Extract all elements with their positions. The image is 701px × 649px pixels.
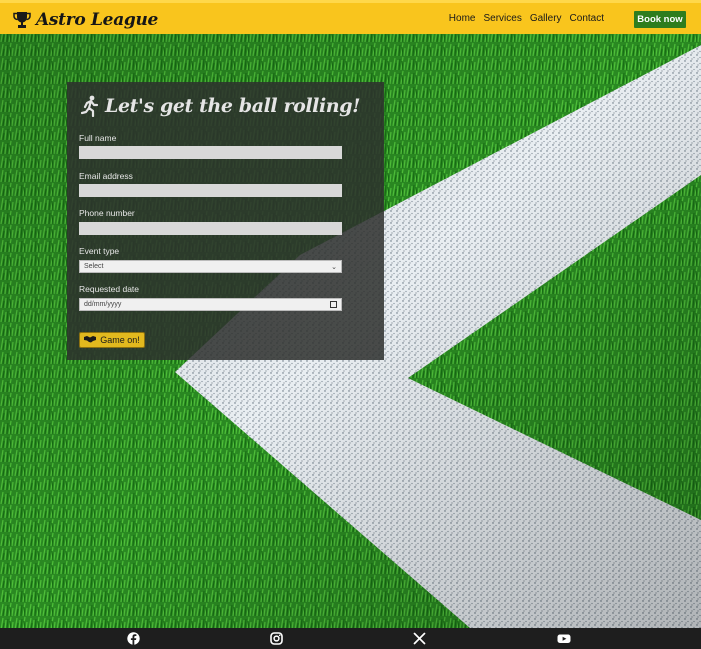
brand-logo[interactable]: Astro League: [12, 8, 158, 32]
full-name-input[interactable]: [79, 146, 342, 159]
nav-gallery-link[interactable]: Gallery: [530, 12, 562, 26]
instagram-icon[interactable]: [270, 632, 283, 645]
event-type-select[interactable]: Select ⌄: [79, 260, 342, 273]
footer-bar: [0, 628, 701, 649]
nav-services-link[interactable]: Services: [483, 12, 521, 26]
date-label: Requested date: [79, 284, 140, 294]
form-heading: Let's get the ball rolling!: [81, 93, 360, 119]
date-placeholder: dd/mm/yyyy: [84, 301, 122, 308]
main-nav: Home Services Gallery Contact: [449, 12, 604, 26]
phone-label: Phone number: [79, 208, 135, 218]
date-input[interactable]: dd/mm/yyyy: [79, 298, 342, 311]
facebook-icon[interactable]: [127, 632, 140, 645]
handshake-icon: [84, 335, 97, 345]
trophy-icon: [12, 11, 32, 29]
email-input[interactable]: [79, 184, 342, 197]
phone-input[interactable]: [79, 222, 342, 235]
submit-button[interactable]: Game on!: [79, 332, 145, 348]
event-type-label: Event type: [79, 246, 120, 256]
calendar-icon[interactable]: [330, 301, 337, 308]
brand-name: Astro League: [36, 10, 159, 30]
email-label: Email address: [79, 171, 133, 181]
book-now-button[interactable]: Book now: [634, 11, 686, 28]
x-icon[interactable]: [413, 632, 426, 645]
top-navbar: Astro League Home Services Gallery Conta…: [0, 0, 701, 34]
booking-form-card: Let's get the ball rolling! Full name Em…: [67, 82, 384, 360]
running-person-icon: [81, 95, 99, 117]
event-type-selected: Select: [84, 263, 104, 270]
chevron-down-icon: ⌄: [331, 263, 337, 271]
form-title: Let's get the ball rolling!: [105, 95, 361, 117]
submit-label: Game on!: [100, 335, 140, 345]
full-name-label: Full name: [79, 133, 117, 143]
nav-contact-link[interactable]: Contact: [570, 12, 604, 26]
youtube-icon[interactable]: [557, 632, 571, 645]
nav-home-link[interactable]: Home: [449, 12, 476, 26]
